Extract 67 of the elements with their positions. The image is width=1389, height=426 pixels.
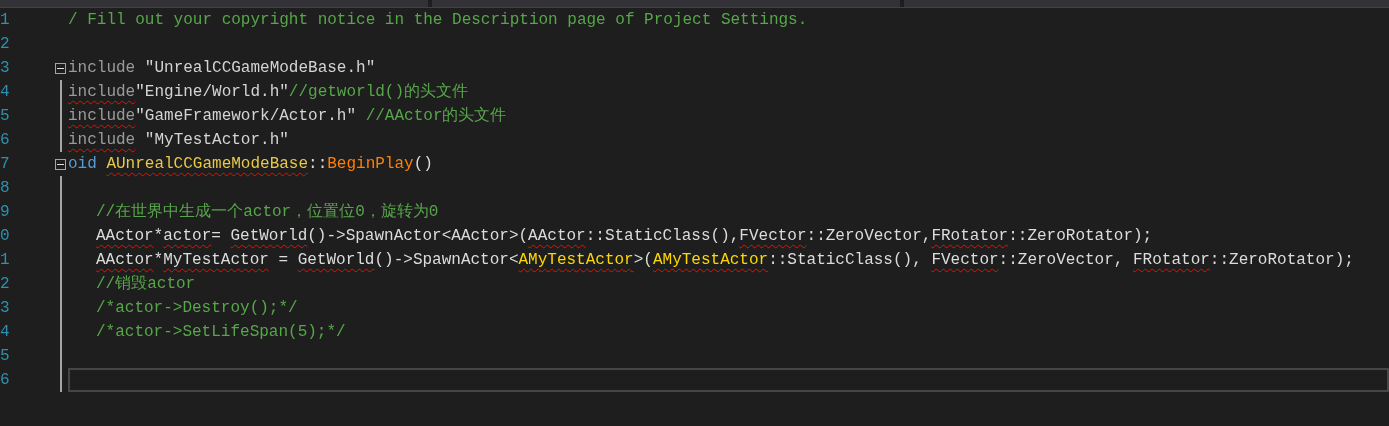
line-number: 5 — [0, 106, 11, 127]
string-literal: "Engine/World.h" — [135, 83, 289, 101]
preprocessor-directive: include — [68, 131, 136, 149]
code-comment: /*actor->SetLifeSpan(5);*/ — [96, 323, 346, 341]
collapse-icon[interactable] — [55, 62, 66, 74]
string-literal: "MyTestActor.h" — [143, 131, 289, 149]
line-number: 7 — [0, 154, 11, 175]
code-text: = — [277, 251, 290, 269]
code-comment: //AActor的头文件 — [364, 107, 507, 125]
line-number: 4 — [0, 82, 11, 103]
code-text: FVector — [739, 227, 807, 245]
code-comment: //在世界中生成一个actor，位置位0，旋转为0 — [96, 203, 439, 221]
scope-dropdown[interactable] — [0, 0, 428, 7]
line-number: 2 — [0, 274, 11, 295]
code-comment: //getworld()的头文件 — [288, 83, 469, 101]
class-name: AMyTestActor — [652, 251, 769, 269]
code-text: FRotator — [1133, 251, 1210, 269]
line-number: 6 — [0, 130, 11, 151]
code-text: GetWorld — [297, 251, 375, 269]
collapse-icon[interactable] — [55, 158, 66, 170]
line-number: 5 — [0, 346, 11, 367]
code-text: ::ZeroRotator); — [1008, 227, 1153, 245]
preprocessor-directive: include — [68, 83, 136, 101]
code-text: () — [413, 155, 433, 173]
string-literal: "GameFramework/Actor.h" — [135, 107, 357, 125]
type-name: AUnrealCCGameModeBase — [106, 155, 309, 173]
code-text: AActor — [96, 251, 154, 269]
code-text: ()->SpawnActor<AActor>( — [307, 227, 529, 245]
code-text: ::ZeroRotator); — [1209, 251, 1354, 269]
code-text: MyTestActor — [163, 251, 269, 269]
code-text: ::ZeroVector, — [998, 251, 1125, 269]
keyword: oid — [68, 155, 98, 173]
line-number: 0 — [0, 226, 11, 247]
line-number: 1 — [0, 250, 11, 271]
line-number: 3 — [0, 58, 11, 79]
code-text: AActor — [528, 227, 586, 245]
member-dropdown[interactable] — [904, 0, 1389, 7]
line-number: 3 — [0, 298, 11, 319]
code-text: :: — [308, 155, 328, 173]
code-text: >( — [633, 251, 653, 269]
code-comment: / Fill out your copyright notice in the Description page of Project Settings. — [68, 11, 808, 29]
code-text: actor — [163, 227, 212, 245]
class-name: AMyTestActor — [518, 251, 634, 269]
code-text: * — [153, 227, 164, 245]
string-literal: "UnrealCCGameModeBase.h" — [143, 59, 376, 77]
line-number: 8 — [0, 178, 11, 199]
code-text: FVector — [931, 251, 999, 269]
code-text: FRotator — [931, 227, 1009, 245]
line-number: 9 — [0, 202, 11, 223]
line-number: 1 — [0, 10, 11, 31]
code-comment: /*actor->Destroy();*/ — [96, 299, 298, 317]
code-text: AActor — [96, 227, 154, 245]
line-number: 2 — [0, 34, 11, 55]
function-name: BeginPlay — [327, 155, 414, 173]
code-text: ::StaticClass(), — [585, 227, 740, 245]
code-comment: //销毁actor — [96, 275, 196, 293]
code-text: ()->SpawnActor< — [374, 251, 519, 269]
line-number: 6 — [0, 370, 11, 391]
preprocessor-directive: include — [68, 59, 136, 77]
file-dropdown[interactable] — [432, 0, 900, 7]
code-text: ::StaticClass(), — [768, 251, 923, 269]
code-text: * — [153, 251, 164, 269]
line-number: 4 — [0, 322, 11, 343]
code-text: = — [211, 227, 222, 245]
code-text: GetWorld — [230, 227, 308, 245]
preprocessor-directive: include — [68, 107, 136, 125]
code-text: ::ZeroVector, — [806, 227, 932, 245]
